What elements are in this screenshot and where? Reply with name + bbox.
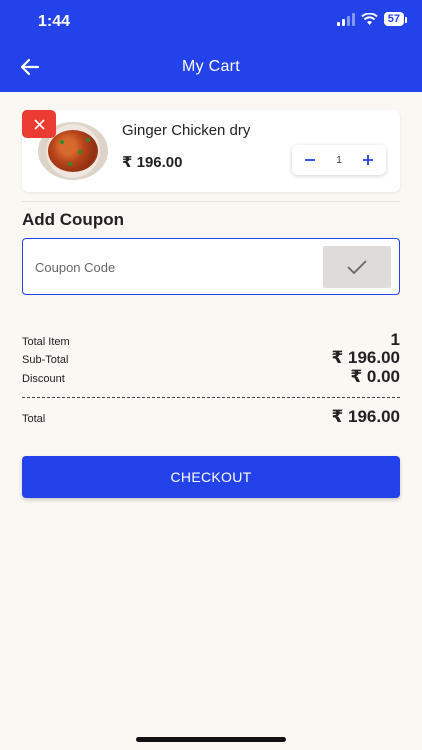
- apply-coupon-button[interactable]: [323, 246, 391, 288]
- total-label: Total: [22, 413, 46, 425]
- decrease-quantity-button[interactable]: [302, 151, 318, 169]
- dashed-divider: [22, 397, 400, 398]
- quantity-value: 1: [336, 154, 342, 166]
- discount-value: ₹ 0.00: [350, 367, 400, 386]
- checkout-button[interactable]: CHECKOUT: [22, 456, 400, 498]
- total-value: ₹ 196.00: [331, 407, 400, 426]
- divider: [22, 201, 400, 202]
- home-indicator: [136, 737, 286, 742]
- battery-icon: 57: [383, 12, 408, 26]
- total-item-value: 1: [390, 330, 400, 349]
- item-name: Ginger Chicken dry: [122, 122, 251, 139]
- increase-quantity-button[interactable]: [360, 151, 376, 169]
- summary-total-item: Total Item 1: [22, 330, 400, 350]
- quantity-stepper: 1: [292, 145, 386, 175]
- cart-item-card: Ginger Chicken dry ₹ 196.00 1: [22, 110, 400, 192]
- page-title: My Cart: [181, 58, 241, 75]
- minus-icon: [305, 159, 315, 161]
- coupon-input[interactable]: [33, 249, 317, 286]
- status-time: 1:44: [38, 13, 71, 30]
- check-icon: [347, 260, 367, 275]
- wifi-icon: [361, 12, 378, 25]
- remove-item-button[interactable]: [22, 110, 56, 138]
- app-header: 1:44 57 My Cart: [0, 0, 422, 92]
- close-icon: [33, 118, 45, 130]
- total-item-label: Total Item: [22, 336, 70, 348]
- discount-label: Discount: [22, 373, 65, 385]
- subtotal-label: Sub-Total: [22, 354, 69, 366]
- summary-discount: Discount ₹ 0.00: [22, 367, 400, 387]
- summary-subtotal: Sub-Total ₹ 196.00: [22, 348, 400, 368]
- signal-icon: [336, 12, 355, 26]
- plus-icon: [363, 155, 373, 165]
- coupon-field-container: [22, 238, 400, 295]
- status-icons: 57: [336, 12, 408, 26]
- item-price: ₹ 196.00: [122, 154, 183, 171]
- subtotal-value: ₹ 196.00: [331, 348, 400, 367]
- summary-total: Total ₹ 196.00: [22, 407, 400, 427]
- coupon-heading: Add Coupon: [22, 210, 124, 229]
